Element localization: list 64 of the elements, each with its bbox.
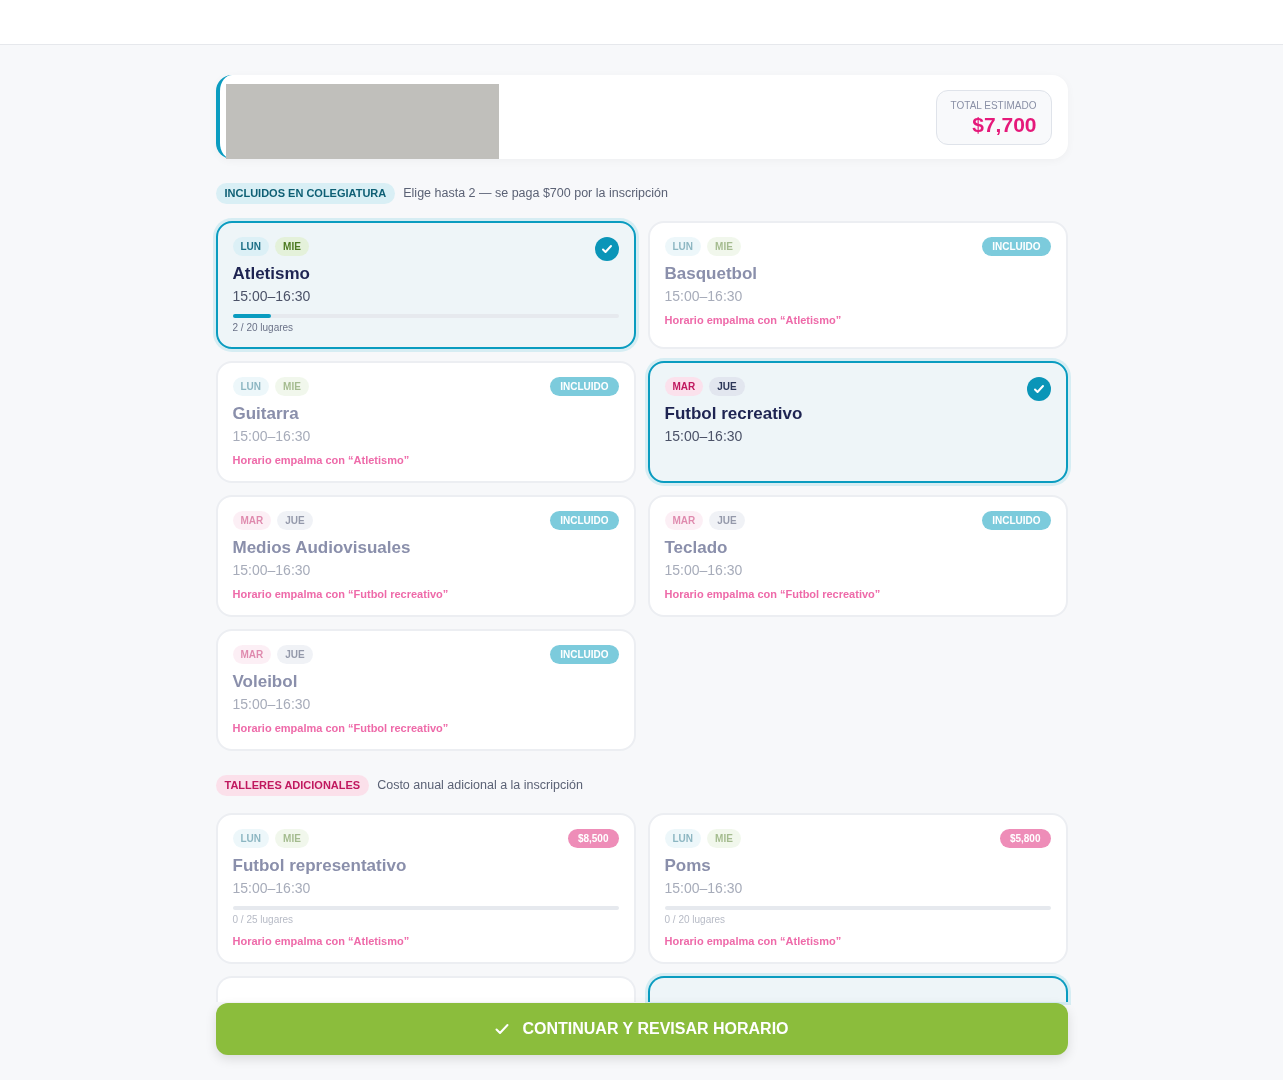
day-tag: MAR [664,511,704,530]
section-tag: INCLUIDOS EN COLEGIATURA [215,183,396,204]
day-tag: MIE [707,237,741,256]
day-tag: MAR [664,377,704,396]
conflict-warning: Horario empalma con “Futbol recreativo” [232,587,450,602]
activity-card[interactable] [647,975,1068,1002]
activity-name: Basquetbol [664,263,759,285]
section-note: Costo anual adicional a la inscripción [377,777,583,795]
included-tag: INCLUIDO [550,645,619,664]
day-tag: LUN [664,237,702,256]
price-tag: $5,800 [999,829,1051,848]
conflict-warning: Horario empalma con “Futbol recreativo” [232,721,450,736]
activity-card[interactable]: LUN MIE Atletismo 15:00–16:30 2 / 20 lugares [215,221,636,349]
activity-name: Teclado [664,537,729,559]
included-tag: INCLUIDO [982,237,1051,256]
activity-name: Medios Audiovisuales [232,537,412,559]
activity-name: Futbol representativo [232,855,408,877]
activity-card[interactable]: MAR JUE Futbol recreativo 15:00–16:30 [647,361,1068,483]
conflict-warning: Horario empalma con “Futbol recreativo” [664,587,882,602]
day-tag: MIE [275,237,309,256]
activity-name: Futbol recreativo [664,403,804,425]
activity-name: Voleibol [232,671,299,693]
continue-button[interactable]: CONTINUAR Y REVISAR HORARIO [215,1003,1068,1055]
included-tag: INCLUIDO [982,511,1051,530]
total-amount: $7,700 [972,112,1037,137]
activity-name: Atletismo [232,263,311,285]
day-tag: JUE [709,377,745,396]
total-label: TOTAL ESTIMADO [950,98,1037,113]
day-tag: JUE [709,511,745,530]
check-icon [494,1021,511,1037]
spots-text: 0 / 20 lugares [664,913,727,927]
conflict-warning: Horario empalma con “Atletismo” [664,313,843,328]
activity-time: 15:00–16:30 [232,695,312,714]
activity-time: 15:00–16:30 [664,427,744,446]
activity-time: 15:00–16:30 [664,561,744,580]
day-tag: MIE [275,377,309,396]
activity-time: 15:00–16:30 [232,287,312,306]
conflict-warning: Horario empalma con “Atletismo” [232,453,411,468]
day-tag: LUN [232,377,270,396]
conflict-warning: Horario empalma con “Atletismo” [232,934,411,949]
day-tag: MAR [232,645,272,664]
included-tag: INCLUIDO [550,511,619,530]
activity-time: 15:00–16:30 [232,427,312,446]
day-tag: MIE [707,829,741,848]
spots-text: 2 / 20 lugares [232,321,295,335]
spots-text: 0 / 25 lugares [232,913,295,927]
day-tag: LUN [232,237,270,256]
day-tag: JUE [277,645,313,664]
day-tag: JUE [277,511,313,530]
activity-time: 15:00–16:30 [232,561,312,580]
day-tag: MAR [232,511,272,530]
day-tag: LUN [664,829,702,848]
price-tag: $8,500 [567,829,619,848]
activity-name: Guitarra [232,403,300,425]
activity-time: 15:00–16:30 [664,287,744,306]
activity-name: Poms [664,855,712,877]
section-note: Elige hasta 2 — se paga $700 por la inscripción [403,185,668,203]
day-tag: MIE [275,829,309,848]
activity-time: 15:00–16:30 [232,879,312,898]
included-tag: INCLUIDO [550,377,619,396]
section-tag: TALLERES ADICIONALES [215,775,370,796]
conflict-warning: Horario empalma con “Atletismo” [664,934,843,949]
activity-time: 15:00–16:30 [664,879,744,898]
day-tag: LUN [232,829,270,848]
